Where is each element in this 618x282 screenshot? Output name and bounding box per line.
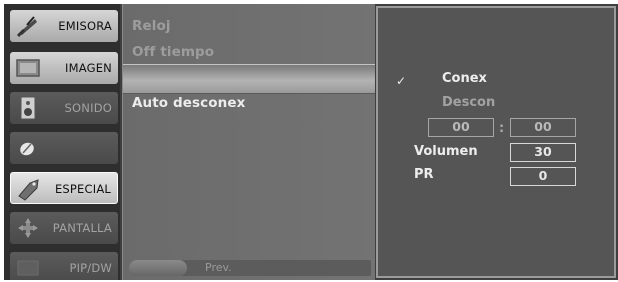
sidebar-item-ball[interactable]	[10, 132, 118, 164]
picture-icon	[15, 55, 41, 81]
tv-menu-screen: EMISORA IMAGEN SONIDO ESPECIAL PANTALLA …	[4, 4, 618, 280]
sidebar-item-label: ESPECIAL	[54, 182, 111, 196]
menu-item-off-tiempo[interactable]: Off tiempo	[132, 44, 214, 60]
time-hour-field[interactable]: 00	[428, 118, 494, 137]
ball-icon	[15, 135, 41, 161]
sidebar-item-sonido[interactable]: SONIDO	[10, 92, 118, 124]
tag-icon	[16, 176, 42, 202]
sidebar-item-label: PANTALLA	[52, 221, 112, 235]
menu-item-auto-desconex[interactable]: Auto desconex	[132, 95, 245, 111]
time-minute-field[interactable]: 00	[510, 118, 576, 137]
options-panel: ✓ Conex Descon 00 : 00 Volumen 30 PR 0	[376, 6, 616, 278]
satellite-dish-icon	[15, 13, 41, 39]
submenu-panel: Reloj Off tiempo Auto desconex Prev.	[122, 4, 375, 280]
sidebar-item-label: SONIDO	[64, 101, 112, 115]
sidebar-item-label: IMAGEN	[65, 61, 112, 75]
pr-field[interactable]: 0	[510, 167, 576, 186]
time-separator: :	[499, 121, 505, 136]
option-conex[interactable]: Conex	[442, 71, 487, 86]
selection-highlight	[123, 64, 375, 94]
move-arrows-icon	[15, 215, 41, 241]
volumen-label: Volumen	[414, 144, 478, 159]
sidebar-item-especial[interactable]: ESPECIAL	[10, 172, 118, 204]
pr-label: PR	[414, 167, 434, 182]
check-mark-icon: ✓	[396, 74, 407, 88]
speaker-icon	[15, 95, 41, 121]
option-descon[interactable]: Descon	[442, 95, 495, 110]
sidebar-item-pip-dw[interactable]: PIP/DW	[10, 252, 118, 280]
volumen-field[interactable]: 30	[510, 143, 576, 162]
sidebar: EMISORA IMAGEN SONIDO ESPECIAL PANTALLA …	[4, 4, 120, 280]
prev-button[interactable]	[129, 260, 187, 276]
sidebar-item-emisora[interactable]: EMISORA	[10, 10, 118, 42]
sidebar-item-label: EMISORA	[58, 19, 112, 33]
sidebar-item-label: PIP/DW	[69, 261, 112, 275]
menu-item-reloj[interactable]: Reloj	[132, 18, 171, 34]
pip-icon	[15, 255, 41, 280]
prev-label: Prev.	[205, 261, 232, 274]
sidebar-item-imagen[interactable]: IMAGEN	[10, 52, 118, 84]
prev-bar[interactable]: Prev.	[129, 260, 371, 276]
sidebar-item-pantalla[interactable]: PANTALLA	[10, 212, 118, 244]
